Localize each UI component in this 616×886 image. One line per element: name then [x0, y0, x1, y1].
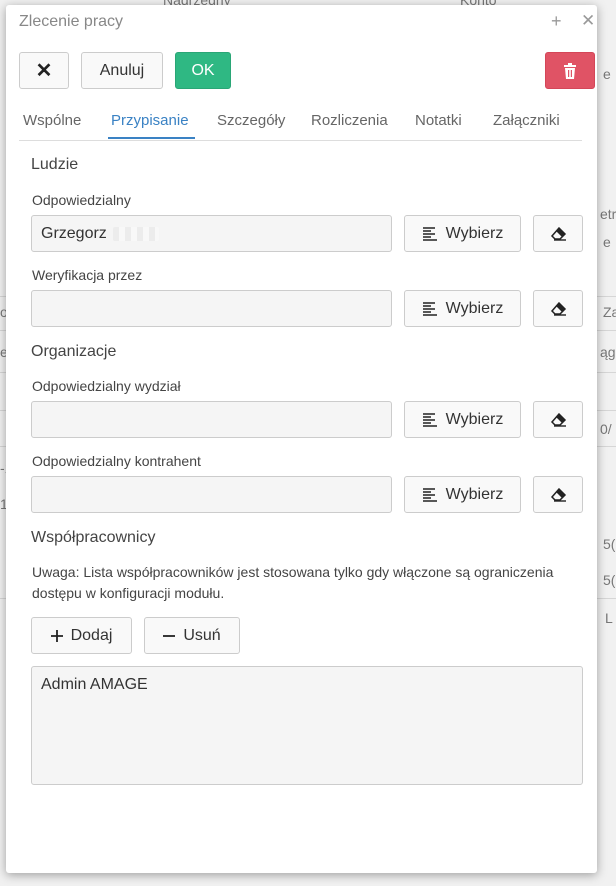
responsible-field[interactable]: Grzegorz — [31, 215, 392, 252]
responsible-label: Odpowiedzialny — [32, 192, 131, 208]
add-coworker-label: Dodaj — [70, 626, 113, 644]
eraser-icon — [550, 301, 566, 316]
pick-button-label: Wybierz — [445, 299, 504, 317]
trash-icon — [564, 62, 576, 79]
bg-text: e — [603, 66, 611, 82]
tab-assignment[interactable]: Przypisanie — [108, 111, 195, 139]
pick-responsible-button[interactable]: Wybierz — [404, 215, 521, 252]
tab-bar: Wspólne Przypisanie Szczegóły Rozliczeni… — [19, 111, 582, 141]
list-item[interactable]: Admin AMAGE — [41, 676, 573, 694]
bg-text: ąg — [600, 344, 616, 360]
bg-text: 5( — [603, 536, 616, 552]
maximize-icon[interactable]: + — [551, 11, 562, 32]
pick-verification-button[interactable]: Wybierz — [404, 290, 521, 327]
pick-contractor-button[interactable]: Wybierz — [404, 476, 521, 513]
pick-button-label: Wybierz — [445, 485, 504, 503]
bg-text: e — [603, 234, 611, 250]
clear-verification-button[interactable] — [533, 290, 583, 327]
delete-button[interactable] — [545, 52, 595, 89]
tab-details[interactable]: Szczegóły — [217, 111, 285, 139]
plus-icon — [50, 629, 63, 642]
list-icon — [422, 412, 437, 427]
close-button[interactable]: ✕ — [19, 52, 69, 89]
bg-text: 0/ — [600, 421, 612, 437]
bg-text: Za — [603, 304, 616, 320]
remove-coworker-label: Usuń — [183, 626, 221, 644]
minus-icon — [163, 634, 176, 637]
section-people-title: Ludzie — [31, 156, 79, 173]
verification-field[interactable] — [31, 290, 392, 327]
remove-coworker-button[interactable]: Usuń — [144, 617, 240, 654]
cancel-button[interactable]: Anuluj — [81, 52, 163, 89]
list-icon — [422, 226, 437, 241]
list-icon — [422, 487, 437, 502]
close-icon[interactable]: ✕ — [581, 11, 595, 31]
work-order-dialog: Zlecenie pracy + ✕ ✕ Anuluj OK Wspólne P… — [6, 5, 597, 873]
eraser-icon — [550, 487, 566, 502]
add-coworker-button[interactable]: Dodaj — [31, 617, 132, 654]
clear-department-button[interactable] — [533, 401, 583, 438]
responsible-value: Grzegorz — [41, 224, 107, 242]
eraser-icon — [550, 226, 566, 241]
eraser-icon — [550, 412, 566, 427]
section-organizations-title: Organizacje — [31, 343, 117, 360]
section-coworkers-title: Współpracownicy — [31, 529, 156, 546]
department-label: Odpowiedzialny wydział — [32, 378, 181, 394]
ok-button[interactable]: OK — [175, 52, 231, 89]
tab-common[interactable]: Wspólne — [23, 111, 81, 139]
tab-notes[interactable]: Notatki — [415, 111, 462, 139]
coworkers-note: Uwaga: Lista współpracowników jest stoso… — [32, 564, 554, 601]
contractor-field[interactable] — [31, 476, 392, 513]
department-field[interactable] — [31, 401, 392, 438]
clear-contractor-button[interactable] — [533, 476, 583, 513]
redacted-surname — [112, 226, 159, 241]
bg-text: etr — [600, 206, 616, 222]
list-icon — [422, 301, 437, 316]
pick-button-label: Wybierz — [445, 224, 504, 242]
pick-department-button[interactable]: Wybierz — [404, 401, 521, 438]
bg-text: 5( — [603, 572, 616, 588]
pick-button-label: Wybierz — [445, 410, 504, 428]
coworkers-list[interactable]: Admin AMAGE — [31, 666, 583, 785]
contractor-label: Odpowiedzialny kontrahent — [32, 453, 201, 469]
bg-text: L — [605, 610, 613, 626]
verification-label: Weryfikacja przez — [32, 267, 143, 283]
tab-attachments[interactable]: Załączniki — [493, 111, 560, 139]
clear-responsible-button[interactable] — [533, 215, 583, 252]
tab-settlements[interactable]: Rozliczenia — [311, 111, 388, 139]
dialog-title: Zlecenie pracy — [19, 13, 124, 30]
